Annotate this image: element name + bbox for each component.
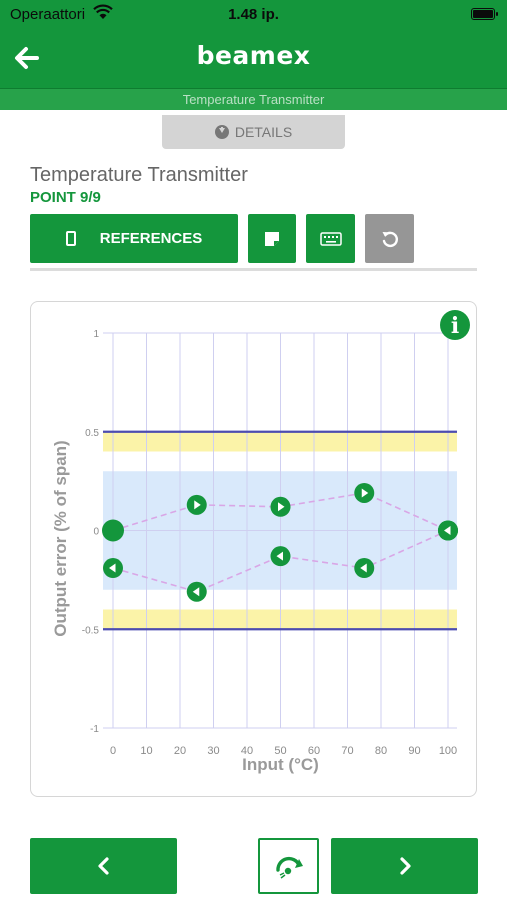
chevron-left-icon (97, 857, 109, 875)
data-point-up (354, 482, 375, 503)
beamex-logo: beamex (196, 41, 311, 70)
data-point-down (270, 546, 291, 567)
keyboard-button[interactable] (306, 214, 355, 263)
toolbar-divider (30, 268, 477, 271)
y-tick-label: 1 (93, 329, 99, 340)
info-icon-glyph: i (451, 313, 459, 339)
note-icon (265, 231, 279, 246)
x-tick-label: 20 (174, 745, 186, 757)
phone-icon (65, 231, 76, 246)
y-tick-label: -1 (90, 724, 99, 735)
undo-button[interactable] (365, 214, 414, 263)
data-point-down (103, 558, 123, 579)
details-toggle[interactable]: DETAILS (162, 115, 345, 149)
data-point-down (354, 558, 375, 579)
status-bar: Operaattori 1.48 ip. (0, 0, 507, 30)
x-tick-label: 80 (375, 745, 387, 757)
data-point-up (102, 519, 124, 542)
references-button[interactable]: REFERENCES (30, 214, 238, 263)
data-point-down (438, 520, 458, 541)
y-axis-title: Output error (% of span) (51, 440, 70, 636)
header-subtitle: Temperature Transmitter (0, 88, 507, 110)
data-point-up (186, 494, 207, 515)
point-counter: POINT 9/9 (30, 189, 101, 206)
y-tick-label: -0.5 (82, 625, 100, 636)
details-label: DETAILS (234, 124, 293, 140)
note-button[interactable] (248, 214, 296, 263)
x-tick-label: 0 (110, 745, 116, 757)
clock: 1.48 ip. (228, 6, 279, 23)
chevron-right-icon (399, 857, 411, 875)
instrument-title: Temperature Transmitter (30, 164, 248, 186)
x-tick-label: 30 (207, 745, 219, 757)
app-bar: beamex (0, 30, 507, 88)
references-label: REFERENCES (99, 230, 203, 247)
info-icon[interactable]: i (440, 310, 470, 340)
battery-icon (471, 8, 498, 20)
keyboard-icon (319, 231, 342, 246)
data-point-up (270, 496, 291, 517)
data-point-down (186, 581, 207, 602)
x-tick-label: 90 (408, 745, 420, 757)
previous-point-button[interactable] (30, 838, 177, 894)
x-tick-label: 10 (140, 745, 152, 757)
undo-icon (382, 231, 398, 247)
x-tick-label: 100 (439, 745, 457, 757)
error-chart-card: 1 0.5 0 -0.5 -1 0 10 20 30 40 50 60 70 80 90 100 Input (… (30, 301, 477, 797)
x-tick-label: 70 (341, 745, 353, 757)
y-tick-label: 0 (93, 527, 99, 538)
redo-arrow-icon (275, 856, 303, 879)
error-chart: 10.50-0.5-10 10 20 30 40 50 60 70 80 90 100Input (… (51, 310, 470, 774)
point-marker (102, 519, 124, 542)
y-tick-label: 0.5 (85, 428, 99, 439)
next-point-button[interactable] (331, 838, 478, 894)
chevron-down-circle-icon (214, 125, 229, 139)
redo-point-button[interactable] (258, 838, 319, 894)
x-axis-title: Input (°C) (242, 755, 319, 774)
